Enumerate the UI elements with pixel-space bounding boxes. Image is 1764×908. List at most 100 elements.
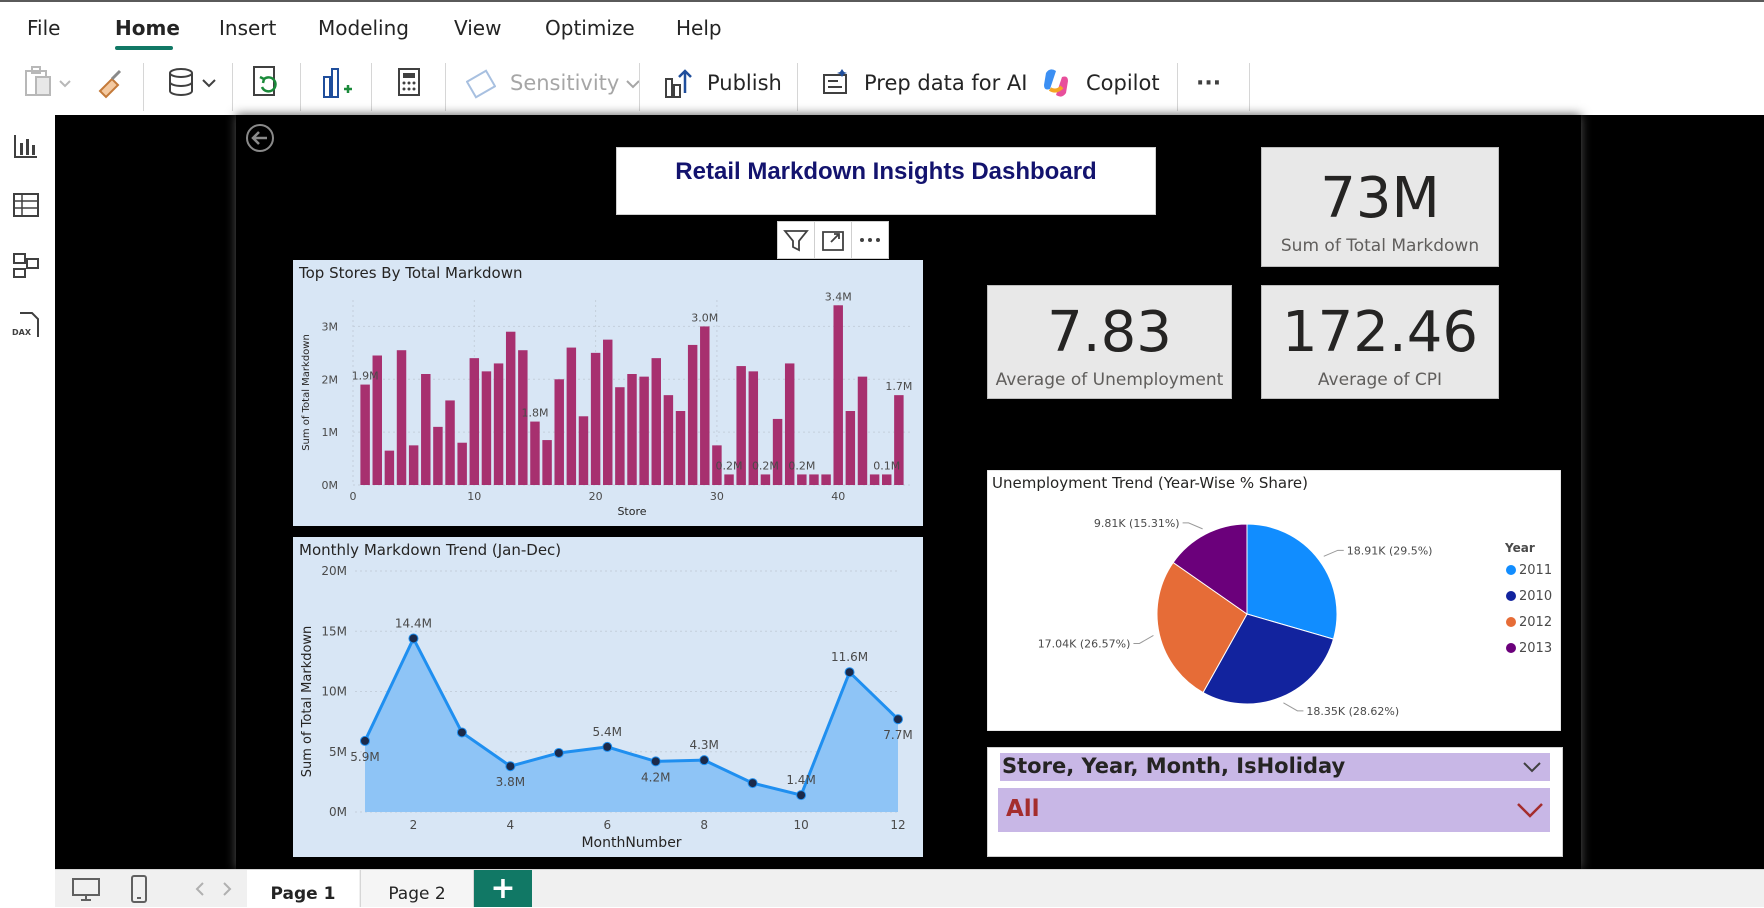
chevron-right-icon[interactable] xyxy=(220,880,234,898)
paste-button[interactable] xyxy=(22,63,74,103)
x-tick-label: 10 xyxy=(793,818,808,832)
bar xyxy=(481,371,492,485)
copilot-label: Copilot xyxy=(1086,71,1160,95)
bar xyxy=(469,358,480,485)
data-label: 5.4M xyxy=(593,725,622,739)
pie-chart-visual[interactable]: Unemployment Trend (Year-Wise % Share) 18… xyxy=(986,469,1562,732)
slice-label: 18.35K (28.62%) xyxy=(1306,705,1399,718)
bar xyxy=(627,374,637,485)
kpi-card-unemployment[interactable]: 7.83 Average of Unemployment xyxy=(987,285,1232,399)
kpi-value: 172.46 xyxy=(1282,300,1478,365)
add-page-button[interactable]: + xyxy=(474,870,532,907)
svg-text:DAX: DAX xyxy=(12,328,32,337)
mobile-layout-icon[interactable] xyxy=(129,874,149,904)
bar xyxy=(408,445,419,485)
bar xyxy=(772,418,783,485)
publish-label: Publish xyxy=(707,71,782,95)
ribbon-separator xyxy=(797,63,798,111)
slicer-header: Store, Year, Month, IsHoliday xyxy=(1000,753,1550,781)
back-arrow-icon[interactable] xyxy=(245,123,275,153)
y-tick-label: 0M xyxy=(329,805,347,819)
bar-chart-visual[interactable]: Top Stores By Total Markdown 0M 1M 2M 3M 0 10 2… xyxy=(293,260,923,526)
slicer-header-label: Store, Year, Month, IsHoliday xyxy=(1002,754,1346,778)
get-data-button[interactable] xyxy=(165,63,221,103)
ribbon-toolbar: Sensitivity Publish Prep data for AI Cop… xyxy=(0,55,1764,115)
desktop-layout-icon[interactable] xyxy=(71,876,101,902)
menu-modeling[interactable]: Modeling xyxy=(318,16,409,40)
filter-button[interactable] xyxy=(777,221,815,259)
y-tick-label: 0M xyxy=(322,479,339,492)
view-switcher-rail: DAX xyxy=(0,115,56,875)
menu-home[interactable]: Home xyxy=(115,16,180,40)
kpi-card-total-markdown[interactable]: 73M Sum of Total Markdown xyxy=(1261,147,1499,267)
focus-mode-button[interactable] xyxy=(814,221,852,259)
tab-page-1[interactable]: Page 1 xyxy=(247,870,359,907)
legend-marker xyxy=(1506,617,1516,627)
active-tab-indicator xyxy=(115,46,173,50)
bar xyxy=(869,474,880,485)
table-view-icon[interactable] xyxy=(12,191,40,219)
y-tick-label: 1M xyxy=(322,426,339,439)
x-tick-label: 8 xyxy=(700,818,708,832)
y-tick-label: 10M xyxy=(321,685,347,699)
kpi-label: Sum of Total Markdown xyxy=(1280,236,1480,256)
data-label: 14.4M xyxy=(395,616,432,630)
format-painter-button[interactable] xyxy=(94,63,126,103)
report-view-icon[interactable] xyxy=(12,131,40,159)
bar xyxy=(590,352,601,485)
menu-insert[interactable]: Insert xyxy=(219,16,276,40)
unemployment-pie-chart: Unemployment Trend (Year-Wise % Share) 18… xyxy=(986,469,1562,732)
ribbon-separator xyxy=(1249,63,1250,111)
bar xyxy=(433,426,443,485)
kpi-label: Average of Unemployment xyxy=(995,370,1224,390)
prep-data-button[interactable]: Prep data for AI xyxy=(820,63,1027,103)
more-options-button[interactable]: ··· xyxy=(1196,63,1221,103)
bar xyxy=(384,450,395,485)
data-label: 1.8M xyxy=(521,407,548,420)
kpi-card-cpi[interactable]: 172.46 Average of CPI xyxy=(1261,285,1499,399)
area-chart-visual[interactable]: Monthly Markdown Trend (Jan-Dec) 0M 5M 10M 1… xyxy=(293,537,923,857)
legend-label: 2011 xyxy=(1519,563,1552,578)
bar xyxy=(554,379,564,485)
calculator-icon xyxy=(398,68,420,96)
publish-button[interactable]: Publish xyxy=(663,63,782,103)
new-visual-button[interactable] xyxy=(320,63,352,103)
bar xyxy=(421,374,431,485)
ribbon-separator xyxy=(300,63,301,111)
bar xyxy=(882,474,892,485)
filter-slicer[interactable]: Store, Year, Month, IsHoliday All xyxy=(987,747,1563,857)
bar xyxy=(675,411,686,485)
new-measure-button[interactable] xyxy=(396,63,424,103)
x-tick-label: 4 xyxy=(507,818,515,832)
bar xyxy=(530,421,540,485)
y-tick-label: 3M xyxy=(322,320,339,333)
slicer-dropdown[interactable]: All xyxy=(998,788,1550,832)
kpi-value: 7.83 xyxy=(1047,300,1172,365)
slicer-selected-value: All xyxy=(1006,796,1040,822)
tab-page-2[interactable]: Page 2 xyxy=(360,870,474,907)
legend-label: 2010 xyxy=(1519,589,1552,604)
bar xyxy=(821,474,831,485)
model-view-icon[interactable] xyxy=(12,251,40,279)
sensitivity-icon xyxy=(466,69,496,99)
chevron-left-icon[interactable] xyxy=(193,880,207,898)
menu-help[interactable]: Help xyxy=(676,16,722,40)
dax-query-view-icon[interactable]: DAX xyxy=(12,311,40,339)
ribbon-separator xyxy=(1177,63,1178,111)
copilot-button[interactable]: Copilot xyxy=(1040,63,1160,103)
data-label: 0.1M xyxy=(873,459,900,472)
data-label: 4.2M xyxy=(641,770,670,784)
menu-file[interactable]: File xyxy=(27,16,60,40)
refresh-button[interactable] xyxy=(250,63,282,103)
x-tick-label: 40 xyxy=(831,490,845,503)
menu-view[interactable]: View xyxy=(454,16,501,40)
visual-more-options-button[interactable] xyxy=(851,221,889,259)
chart-title: Unemployment Trend (Year-Wise % Share) xyxy=(992,474,1308,492)
sensitivity-button[interactable]: Sensitivity xyxy=(466,63,645,103)
dashboard-title-box[interactable]: Retail Markdown Insights Dashboard xyxy=(616,147,1156,215)
slice-label: 18.91K (29.5%) xyxy=(1347,544,1433,557)
data-point xyxy=(747,778,758,789)
ribbon-separator xyxy=(639,63,640,111)
menu-optimize[interactable]: Optimize xyxy=(545,16,635,40)
bar xyxy=(760,474,771,485)
